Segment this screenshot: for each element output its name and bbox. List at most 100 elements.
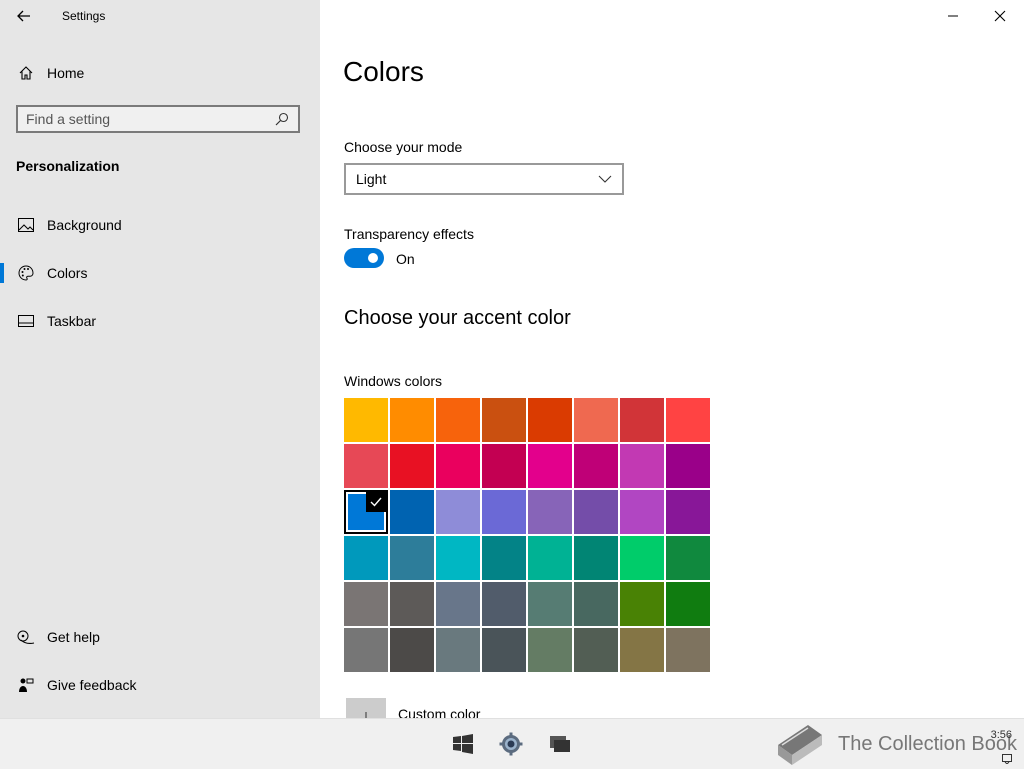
gear-icon [499,732,523,756]
color-swatch[interactable] [574,444,618,488]
image-icon [16,215,36,235]
sidebar-item-label: Background [47,217,122,233]
color-swatch[interactable] [344,490,388,534]
color-swatch[interactable] [620,490,664,534]
watermark: The Collection Book [772,721,1017,767]
color-swatch[interactable] [436,398,480,442]
color-swatch[interactable] [574,628,618,672]
start-button[interactable] [450,731,476,757]
color-swatch[interactable] [666,536,710,580]
palette-icon [16,263,36,283]
plus-icon [346,698,386,720]
color-swatch[interactable] [390,398,434,442]
sidebar: Settings Home Personalization Background… [0,0,320,720]
toggle-state-text: On [396,251,415,267]
color-swatch[interactable] [620,444,664,488]
app-title: Settings [62,9,106,23]
notification-icon[interactable] [1002,751,1012,765]
toggle-knob [368,253,378,263]
feedback-icon [16,675,36,695]
color-swatch[interactable] [528,628,572,672]
close-button[interactable] [977,0,1023,32]
color-swatch[interactable] [344,582,388,626]
sidebar-item-colors[interactable]: Colors [0,253,320,293]
sidebar-item-taskbar[interactable]: Taskbar [0,301,320,341]
color-swatch[interactable] [436,536,480,580]
color-swatch[interactable] [528,398,572,442]
color-swatch[interactable] [390,628,434,672]
color-swatch[interactable] [528,490,572,534]
color-swatch[interactable] [574,398,618,442]
color-swatch[interactable] [344,628,388,672]
color-swatch[interactable] [482,628,526,672]
color-swatch[interactable] [390,536,434,580]
color-swatch[interactable] [666,490,710,534]
color-swatch[interactable] [528,444,572,488]
sidebar-item-home[interactable]: Home [0,53,320,93]
taskbar: The Collection Book 3:56 [0,718,1024,769]
chevron-down-icon [598,171,614,187]
color-swatch[interactable] [620,582,664,626]
mode-dropdown[interactable]: Light [344,163,624,195]
color-swatch[interactable] [528,536,572,580]
color-swatch[interactable] [390,582,434,626]
help-icon [16,627,36,647]
minimize-button[interactable] [930,0,976,32]
transparency-toggle[interactable] [344,248,384,268]
accent-heading: Choose your accent color [344,307,571,329]
color-swatch[interactable] [574,536,618,580]
color-swatch[interactable] [436,628,480,672]
color-swatch[interactable] [344,444,388,488]
color-swatch[interactable] [436,582,480,626]
close-icon [994,10,1006,22]
search-box[interactable] [16,105,300,133]
sidebar-item-label: Home [47,65,85,81]
color-swatch[interactable] [574,582,618,626]
sidebar-item-background[interactable]: Background [0,205,320,245]
color-swatch[interactable] [344,398,388,442]
page-title: Colors [343,56,424,87]
mode-label: Choose your mode [344,139,463,155]
give-feedback-link[interactable]: Give feedback [0,665,320,705]
task-view-icon [550,736,570,752]
color-swatch[interactable] [620,398,664,442]
windows-colors-label: Windows colors [344,373,443,389]
search-icon[interactable] [272,109,292,129]
transparency-label: Transparency effects [344,226,474,242]
color-swatch[interactable] [482,490,526,534]
color-swatch[interactable] [620,628,664,672]
color-swatch[interactable] [344,536,388,580]
sidebar-item-label: Give feedback [47,677,137,693]
back-button[interactable] [14,6,34,26]
settings-taskbar-button[interactable] [498,731,524,757]
color-swatch[interactable] [666,398,710,442]
color-swatch[interactable] [528,582,572,626]
section-heading: Personalization [16,158,120,174]
color-swatch[interactable] [666,628,710,672]
task-view-button[interactable] [547,731,573,757]
sidebar-item-label: Taskbar [47,313,97,329]
get-help-link[interactable]: Get help [0,617,320,657]
back-arrow-icon [17,10,30,22]
color-swatch[interactable] [620,536,664,580]
search-input[interactable] [18,106,272,132]
color-swatch[interactable] [482,444,526,488]
home-icon [16,63,36,83]
color-swatch[interactable] [390,490,434,534]
color-swatch[interactable] [574,490,618,534]
windows-logo-icon [453,734,473,754]
sidebar-item-label: Colors [47,265,88,281]
color-swatch[interactable] [436,444,480,488]
color-swatch[interactable] [390,444,434,488]
color-swatch[interactable] [666,444,710,488]
clock[interactable]: 3:56 [991,729,1012,741]
color-swatch[interactable] [482,398,526,442]
taskbar-icon [16,311,36,331]
mode-value: Light [356,171,387,187]
color-swatch[interactable] [482,582,526,626]
color-swatch[interactable] [666,582,710,626]
sidebar-item-label: Get help [47,629,100,645]
checkmark-icon [366,492,386,512]
color-swatch[interactable] [482,536,526,580]
color-swatch[interactable] [436,490,480,534]
